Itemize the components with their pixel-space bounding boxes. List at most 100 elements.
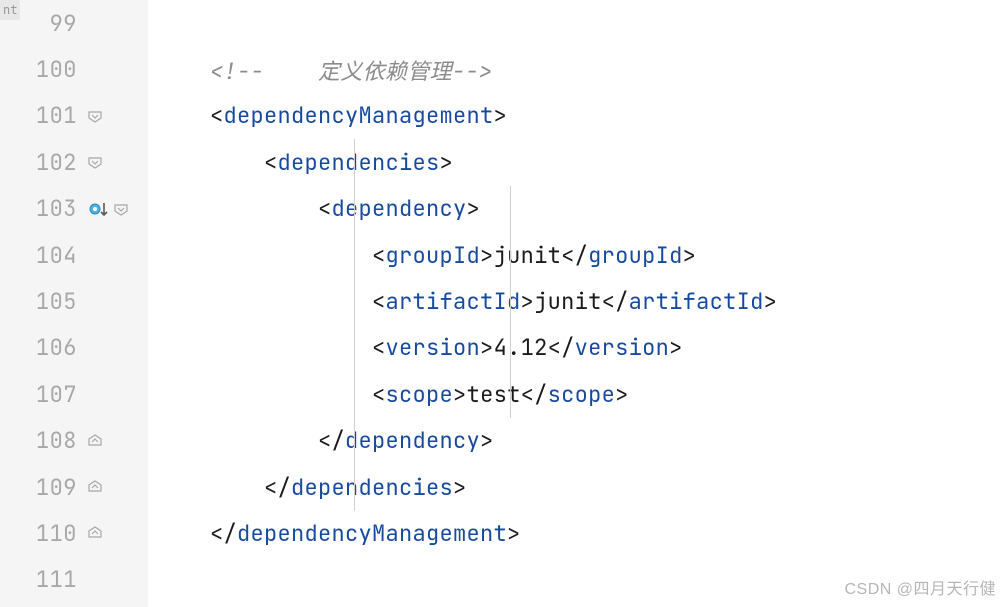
gutter-row: 101: [0, 93, 148, 139]
code-line[interactable]: <version>4.12</version>: [148, 325, 1008, 371]
reorder-icon[interactable]: [87, 198, 109, 220]
editor-tab-fragment: nt: [0, 0, 20, 20]
xml-bracket: </: [602, 287, 629, 316]
code-line[interactable]: <artifactId>junit</artifactId>: [148, 278, 1008, 324]
code-line[interactable]: </dependencies>: [148, 464, 1008, 510]
gutter-icons: [85, 154, 148, 170]
xml-tag: dependency: [332, 194, 467, 223]
xml-bracket: </: [548, 333, 575, 362]
xml-bracket: >: [453, 473, 467, 502]
line-number[interactable]: 106: [0, 333, 85, 362]
xml-tag: dependencies: [278, 148, 440, 177]
indent: [156, 473, 264, 502]
line-number[interactable]: 107: [0, 380, 85, 409]
gutter-row: 104: [0, 232, 148, 278]
xml-text: test: [467, 380, 521, 409]
xml-bracket: >: [683, 241, 697, 270]
line-number[interactable]: 110: [0, 519, 85, 548]
xml-bracket: >: [467, 194, 481, 223]
indent-guide: [354, 139, 355, 511]
line-number[interactable]: 102: [0, 148, 85, 177]
fold-open-icon[interactable]: [87, 154, 103, 170]
fold-close-icon[interactable]: [87, 479, 103, 495]
xml-tag: scope: [548, 380, 616, 409]
code-line[interactable]: [148, 0, 1008, 46]
gutter-row: 111: [0, 557, 148, 603]
xml-bracket: >: [615, 380, 629, 409]
code-line[interactable]: <dependencies>: [148, 139, 1008, 185]
xml-tag: groupId: [588, 241, 683, 270]
line-number[interactable]: 111: [0, 565, 85, 594]
xml-bracket: </: [264, 473, 291, 502]
line-number[interactable]: 104: [0, 241, 85, 270]
xml-bracket: <: [264, 148, 278, 177]
fold-close-icon[interactable]: [87, 525, 103, 541]
indent: [156, 426, 318, 455]
indent: [156, 519, 210, 548]
indent: [156, 333, 372, 362]
xml-bracket: >: [480, 333, 494, 362]
gutter-row: 100: [0, 46, 148, 92]
xml-tag: scope: [386, 380, 454, 409]
xml-text: 4.12: [494, 333, 548, 362]
gutter-icons: [85, 198, 148, 220]
xml-bracket: </: [521, 380, 548, 409]
gutter-row: 105: [0, 278, 148, 324]
xml-tag: artifactId: [629, 287, 764, 316]
xml-tag: dependency: [345, 426, 480, 455]
indent: [156, 380, 372, 409]
xml-bracket: </: [210, 519, 237, 548]
xml-text: junit: [494, 241, 562, 270]
line-number[interactable]: 109: [0, 473, 85, 502]
xml-bracket: >: [764, 287, 778, 316]
line-number[interactable]: 105: [0, 287, 85, 316]
xml-tag: artifactId: [386, 287, 521, 316]
xml-tag: dependencies: [291, 473, 453, 502]
xml-comment: <!-- 定义依赖管理-->: [210, 54, 492, 86]
code-line[interactable]: <groupId>junit</groupId>: [148, 232, 1008, 278]
code-line[interactable]: <dependencyManagement>: [148, 93, 1008, 139]
code-editor: 99 100 101 102 103 104 105 106 107 108 109 110 111 <…: [0, 0, 1008, 607]
line-number[interactable]: 108: [0, 426, 85, 455]
watermark: CSDN @四月天行健: [844, 575, 996, 599]
code-line[interactable]: <scope>test</scope>: [148, 371, 1008, 417]
code-line[interactable]: </dependency>: [148, 418, 1008, 464]
xml-bracket: >: [480, 241, 494, 270]
gutter-row: 99: [0, 0, 148, 46]
gutter-row: 109: [0, 464, 148, 510]
gutter-row: 107: [0, 371, 148, 417]
xml-bracket: <: [210, 101, 224, 130]
xml-text: junit: [534, 287, 602, 316]
xml-bracket: </: [561, 241, 588, 270]
indent: [156, 287, 372, 316]
code-line[interactable]: <dependency>: [148, 186, 1008, 232]
gutter-icons: [85, 525, 148, 541]
fold-open-icon[interactable]: [113, 201, 129, 217]
xml-bracket: <: [372, 287, 386, 316]
gutter-icons: [85, 108, 148, 124]
xml-tag: dependencyManagement: [237, 519, 507, 548]
xml-bracket: <: [372, 333, 386, 362]
xml-bracket: >: [453, 380, 467, 409]
fold-close-icon[interactable]: [87, 433, 103, 449]
gutter-row: 102: [0, 139, 148, 185]
xml-bracket: </: [318, 426, 345, 455]
code-line[interactable]: </dependencyManagement>: [148, 510, 1008, 556]
line-number[interactable]: 103: [0, 194, 85, 223]
code-line[interactable]: <!-- 定义依赖管理-->: [148, 46, 1008, 92]
xml-tag: version: [575, 333, 670, 362]
xml-tag: version: [386, 333, 481, 362]
xml-bracket: >: [440, 148, 454, 177]
indent: [156, 148, 264, 177]
fold-open-icon[interactable]: [87, 108, 103, 124]
xml-bracket: >: [480, 426, 494, 455]
indent-guide: [510, 186, 511, 418]
gutter-row: 108: [0, 418, 148, 464]
code-area[interactable]: <!-- 定义依赖管理--> <dependencyManagement> <d…: [148, 0, 1008, 607]
line-number[interactable]: 101: [0, 101, 85, 130]
xml-bracket: >: [507, 519, 521, 548]
indent: [156, 194, 318, 223]
xml-bracket: >: [521, 287, 535, 316]
xml-bracket: <: [372, 241, 386, 270]
line-number[interactable]: 100: [0, 55, 85, 84]
